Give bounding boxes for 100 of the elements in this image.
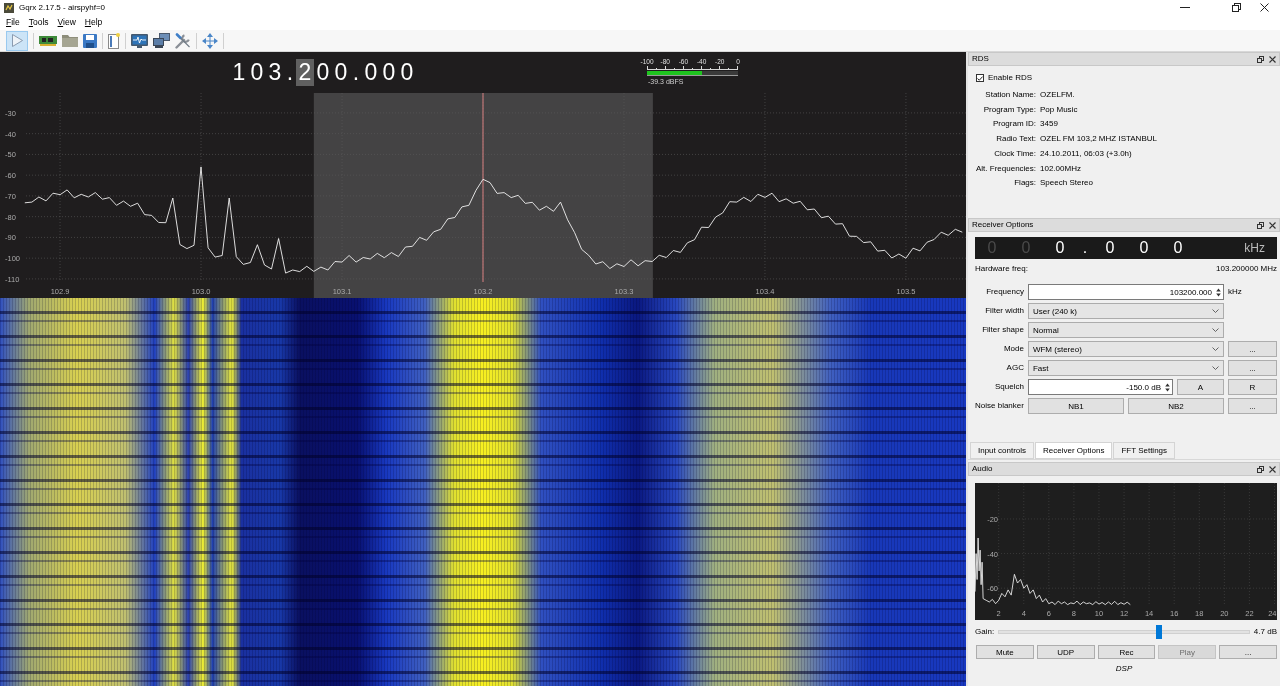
float-icon[interactable] [1257, 55, 1264, 63]
field-value: 103.200000 MHz [1216, 263, 1277, 275]
frequency-digit[interactable]: 3 [266, 59, 284, 86]
option-button[interactable]: ... [1228, 341, 1277, 357]
field-label: Frequency [985, 286, 1024, 298]
field-label: Program ID: [991, 118, 1037, 131]
lcd-digit[interactable]: 0 [1161, 238, 1195, 258]
unit-label: kHz [1228, 286, 1242, 298]
folder-icon[interactable] [62, 34, 78, 47]
option-button[interactable]: NB2 [1127, 398, 1224, 414]
spin-box[interactable]: -150.0 dB [1027, 379, 1173, 395]
tab[interactable]: Input controls [970, 442, 1035, 459]
field-label: Station Name: [984, 89, 1037, 101]
audio-button[interactable]: UDP [1036, 645, 1095, 659]
field-value: Pop Music [1040, 103, 1079, 116]
document-icon[interactable] [108, 32, 120, 49]
dropdown[interactable]: WFM (stereo) [1027, 341, 1224, 357]
dropdown[interactable]: User (240 k) [1027, 303, 1224, 319]
menu-item[interactable]: File [6, 17, 20, 28]
audio-button[interactable]: ... [1219, 645, 1277, 659]
decimal-point: . [285, 59, 295, 86]
field-label: Flags: [1013, 177, 1037, 190]
option-button[interactable]: A [1177, 379, 1224, 395]
option-button[interactable]: NB1 [1027, 398, 1124, 414]
decimal-point: . [351, 59, 361, 86]
checkmark-icon [977, 75, 983, 81]
close-icon[interactable] [1269, 55, 1276, 63]
field-label: Mode [1002, 343, 1024, 355]
chevron-down-icon [1212, 366, 1219, 370]
panel-title: Receiver Options [972, 220, 1034, 230]
play-icon [11, 34, 23, 47]
gain-reading: 4.7 dB [1253, 627, 1277, 637]
window-title: Gqrx 2.17.5 - airspyhf=0 [19, 2, 106, 13]
field-label: Clock Time: [993, 147, 1037, 160]
spin-arrows-icon[interactable] [1216, 287, 1221, 297]
field-value: 24.10.2011, 06:03 (+3.0h) [1040, 147, 1133, 160]
restore-icon[interactable] [1232, 3, 1241, 12]
chevron-down-icon [1212, 347, 1219, 351]
close-icon[interactable] [1269, 221, 1276, 229]
menu-item[interactable]: Help [84, 17, 103, 28]
decimal-point: . [1081, 238, 1089, 258]
field-label: Alt. Frequencies: [976, 162, 1037, 175]
lcd-digit[interactable]: 0 [1127, 238, 1161, 258]
monitor-wave-icon[interactable] [131, 33, 148, 48]
field-label: Noise blanker [975, 400, 1024, 412]
option-button[interactable]: ... [1228, 398, 1277, 414]
lcd-unit: kHz [1244, 240, 1265, 256]
computers-icon[interactable] [153, 33, 170, 48]
field-label: Filter shape [981, 324, 1024, 336]
close-icon[interactable] [1269, 465, 1276, 473]
option-button[interactable]: R [1228, 379, 1277, 395]
field-label: AGC [1005, 362, 1024, 374]
dropdown[interactable]: Normal [1027, 322, 1224, 338]
spin-arrows-icon[interactable] [1165, 382, 1170, 392]
play-toggle[interactable] [6, 30, 28, 51]
audio-button[interactable]: Mute [976, 645, 1034, 659]
checkbox[interactable] [976, 74, 984, 82]
slider-thumb[interactable] [1155, 625, 1162, 639]
panel-title: Audio [972, 464, 993, 474]
panel-title: RDS [972, 54, 989, 64]
frequency-digit[interactable]: 0 [398, 59, 416, 86]
frequency-digit[interactable]: 0 [248, 59, 266, 86]
chevron-down-icon [1212, 309, 1219, 313]
checkbox-label[interactable]: Enable RDS [988, 73, 1033, 83]
app-icon [4, 2, 14, 13]
frequency-digit[interactable]: 0 [380, 59, 398, 86]
circuit-board-icon[interactable] [39, 35, 57, 46]
frequency-digit[interactable]: 0 [362, 59, 380, 86]
field-label: Squelch [994, 381, 1024, 393]
field-value: OZELFM. [1040, 89, 1076, 101]
move-arrows-icon[interactable] [202, 32, 218, 49]
menu-item[interactable]: Tools [28, 17, 49, 28]
field-label: Hardware freq: [975, 263, 1028, 275]
field-value: Speech Stereo [1040, 177, 1094, 190]
frequency-digit[interactable]: 1 [230, 59, 248, 86]
field-value: OZEL FM 103,2 MHZ ISTANBUL [1040, 133, 1158, 146]
wrench-screwdriver-icon[interactable] [175, 32, 191, 49]
audio-button[interactable]: Rec [1097, 645, 1156, 659]
field-label: Radio Text: [995, 133, 1037, 146]
close-icon[interactable] [1260, 3, 1269, 12]
frequency-digit[interactable]: 0 [314, 59, 332, 86]
lcd-digit[interactable]: 0 [1043, 238, 1077, 258]
field-label: Program Type: [982, 103, 1037, 116]
spin-box[interactable]: 103200.000 [1027, 284, 1224, 300]
section-label: DSP [1115, 664, 1133, 673]
field-value: 3459 [1040, 118, 1059, 131]
tab[interactable]: Receiver Options [1035, 442, 1113, 459]
dropdown[interactable]: Fast [1027, 360, 1224, 376]
chevron-down-icon [1212, 328, 1219, 332]
tab[interactable]: FFT Settings [1113, 442, 1176, 459]
frequency-digit[interactable]: 0 [332, 59, 350, 86]
field-label: Filter width [984, 305, 1024, 317]
float-icon[interactable] [1257, 221, 1264, 229]
float-icon[interactable] [1257, 465, 1264, 473]
field-value: 102.00MHz [1040, 162, 1082, 175]
frequency-digit[interactable]: 2 [296, 59, 314, 86]
save-icon[interactable] [83, 33, 97, 48]
option-button[interactable]: ... [1228, 360, 1277, 376]
lcd-digit[interactable]: 0 [1093, 238, 1127, 258]
menu-item[interactable]: View [57, 17, 76, 28]
